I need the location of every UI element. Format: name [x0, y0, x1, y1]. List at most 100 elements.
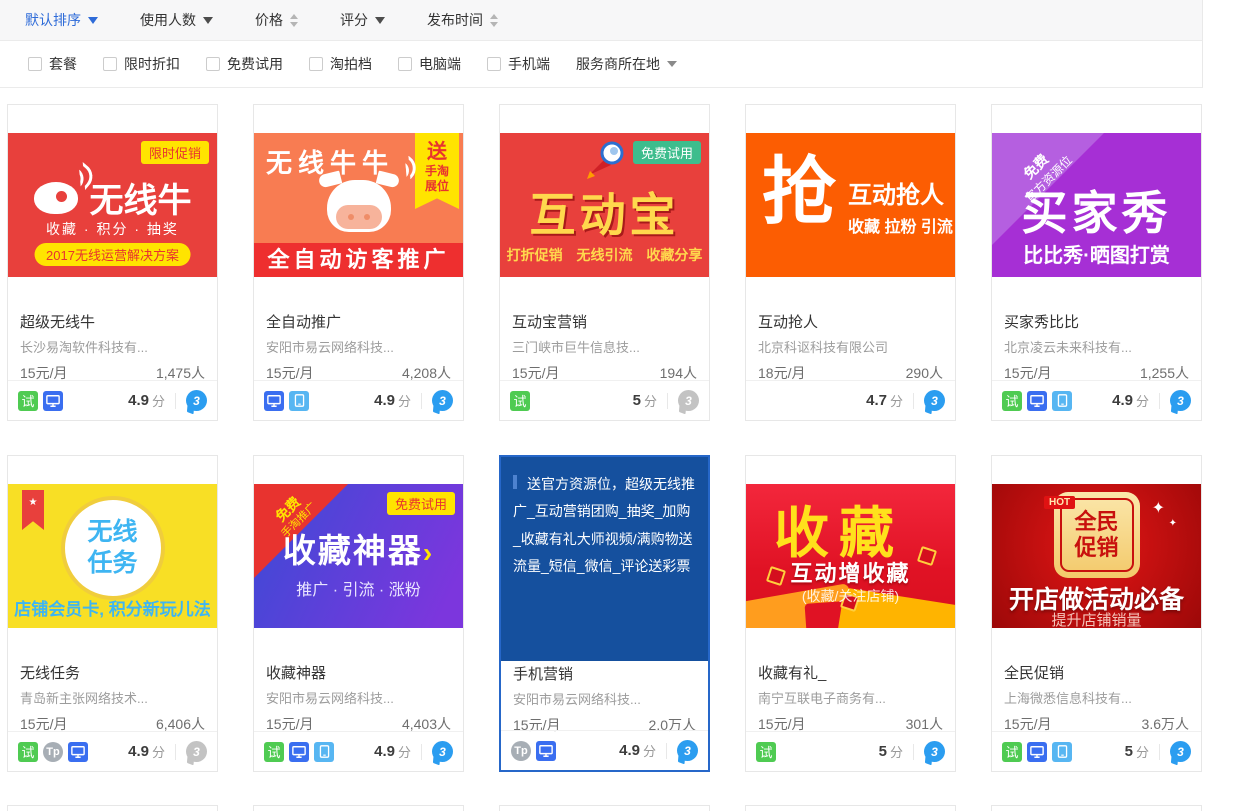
sparkle-icon: ✦: [1169, 518, 1177, 529]
card-rating: 4.9: [374, 392, 395, 409]
service-card[interactable]: 限时促销 无线牛 收藏 · 积分 · 抽奖 2017无线运营解决方案 超级无线牛…: [7, 104, 218, 421]
sort-item-price[interactable]: 价格: [255, 10, 298, 30]
card-title: 收藏有礼_: [758, 662, 826, 683]
wangwang-icon[interactable]: 3: [432, 390, 453, 411]
card-footer: 试 5 分 3: [746, 731, 955, 771]
card-banner: 抢 互动抢人 收藏 拉粉 引流: [746, 133, 955, 277]
card-title: 收藏神器: [266, 662, 326, 683]
divider: [421, 393, 422, 409]
sparkle-icon: ✦: [1152, 498, 1165, 518]
card-footer: 试 4.9 分 3: [8, 380, 217, 420]
pc-icon: [264, 391, 284, 411]
sort-item-rating[interactable]: 评分: [340, 10, 385, 30]
pc-icon: [1027, 391, 1047, 411]
divider: [1159, 744, 1160, 760]
wangwang-icon[interactable]: 3: [432, 741, 453, 762]
checkbox-icon[interactable]: [487, 57, 501, 71]
sort-item-publish-time[interactable]: 发布时间: [427, 10, 498, 30]
banner-logo-circle: 无线 任务: [61, 496, 165, 600]
divider: [175, 393, 176, 409]
banner-subtitle: 比比秀·晒图打赏: [992, 239, 1201, 268]
trial-icon: 试: [510, 391, 530, 411]
card-title: 互动宝营销: [512, 311, 587, 332]
checkbox-icon[interactable]: [28, 57, 42, 71]
filter-checkbox-package[interactable]: 套餐: [28, 54, 77, 74]
free-trial-badge: 免费试用: [387, 492, 455, 515]
banner-title: 互动抢人: [848, 175, 944, 210]
service-card[interactable]: 收藏 互动增收藏 (收藏/关注店铺) 收藏有礼_ 南宁互联电子商务有... 15…: [745, 455, 956, 772]
trial-icon: 试: [1002, 742, 1022, 762]
filter-checkbox-mobile[interactable]: 手机端: [487, 54, 550, 74]
filter-label: 淘拍档: [330, 54, 372, 74]
filter-checkbox-taopaidang[interactable]: 淘拍档: [309, 54, 372, 74]
service-card[interactable]: 全民 促销 HOT ✦ ✦ 开店做活动必备 提升店铺销量 全民促销 上海微悉信息…: [991, 455, 1202, 772]
card-rating: 5: [1125, 743, 1133, 760]
mobile-icon: [314, 742, 334, 762]
wangwang-icon[interactable]: 3: [677, 740, 698, 761]
sort-label: 评分: [340, 10, 368, 30]
sort-arrow-down-icon: [375, 17, 385, 24]
checkbox-icon[interactable]: [103, 57, 117, 71]
filter-checkbox-limited-discount[interactable]: 限时折扣: [103, 54, 180, 74]
provider-location-dropdown[interactable]: 服务商所在地: [576, 54, 677, 74]
bookmark-ribbon-icon: ★: [22, 490, 44, 530]
filter-checkbox-free-trial[interactable]: 免费试用: [206, 54, 283, 74]
next-row-card-stub: [991, 805, 1202, 811]
next-row-card-stub: [745, 805, 956, 811]
wangwang-icon[interactable]: 3: [186, 390, 207, 411]
checkbox-icon[interactable]: [309, 57, 323, 71]
sort-label: 价格: [255, 10, 283, 30]
gift-ribbon: 送 手淘 展位: [415, 133, 459, 209]
banner-title: 收藏神器›: [254, 524, 463, 572]
service-card[interactable]: 抢 互动抢人 收藏 拉粉 引流 互动抢人 北京科讴科技有限公司 18元/月 29…: [745, 104, 956, 421]
card-footer: 试 4.9 分 3: [254, 731, 463, 771]
service-card[interactable]: 免费 手淘推广 免费试用 收藏神器› 推广 · 引流 · 涨粉 收藏神器 安阳市…: [253, 455, 464, 772]
card-footer: 试 5 分 3: [992, 731, 1201, 771]
sort-item-users[interactable]: 使用人数: [140, 10, 213, 30]
checkbox-icon[interactable]: [206, 57, 220, 71]
pc-icon: [536, 741, 556, 761]
filter-label: 电脑端: [419, 54, 461, 74]
wangwang-icon[interactable]: 3: [924, 741, 945, 762]
divider: [421, 744, 422, 760]
sort-arrow-down-icon: [88, 17, 98, 24]
wangwang-icon[interactable]: 3: [924, 390, 945, 411]
card-company: 北京凌云未来科技有...: [1004, 337, 1132, 356]
checkbox-icon[interactable]: [398, 57, 412, 71]
wangwang-icon[interactable]: 3: [1170, 741, 1191, 762]
sort-label: 发布时间: [427, 10, 483, 30]
wangwang-offline-icon[interactable]: 3: [186, 741, 207, 762]
service-card[interactable]: ★ 无线 任务 店铺会员卡, 积分新玩儿法 无线任务 青岛新主张网络技术... …: [7, 455, 218, 772]
next-row-card-stub: [253, 805, 464, 811]
lead-bar: [513, 475, 517, 489]
promo-badge: 限时促销: [141, 141, 209, 164]
sort-item-default[interactable]: 默认排序: [25, 10, 98, 30]
card-rating: 4.9: [1112, 392, 1133, 409]
service-card[interactable]: 无线牛牛 送 手淘 展位 全自动访客推广 全自动推广 安阳市易云网络科技... …: [253, 104, 464, 421]
card-banner: 全民 促销 HOT ✦ ✦ 开店做活动必备 提升店铺销量: [992, 484, 1201, 628]
sort-bar: 默认排序 使用人数 价格 评分 发布时间: [0, 0, 1203, 41]
card-company: 长沙易淘软件科技有...: [20, 337, 148, 356]
ribbon-text: 展位: [415, 179, 459, 194]
card-company: 安阳市易云网络科技...: [266, 688, 394, 707]
sort-arrow-both-icon: [290, 14, 298, 27]
service-market-page: 默认排序 使用人数 价格 评分 发布时间 套餐 限时折扣: [0, 0, 1238, 811]
banner-subtitle: 收藏 拉粉 引流: [848, 213, 953, 237]
card-company: 安阳市易云网络科技...: [266, 337, 394, 356]
service-card-selected[interactable]: 送官方资源位，超级无线推广_互动营销团购_抽奖_加购_收藏有礼大师视频/满购物送…: [499, 455, 710, 772]
free-trial-badge: 免费试用: [633, 141, 701, 164]
wangwang-icon[interactable]: 3: [1170, 390, 1191, 411]
card-rating: 5: [633, 392, 641, 409]
filter-label: 免费试用: [227, 54, 283, 74]
service-card[interactable]: 免费 官方资源位 买家秀 比比秀·晒图打赏 买家秀比比 北京凌云未来科技有...…: [991, 104, 1202, 421]
service-card[interactable]: 免费试用 互动宝 打折促销 无线引流 收藏分享 互动宝营销 三门峡市巨牛信息技.…: [499, 104, 710, 421]
rating-unit: 分: [152, 742, 165, 761]
banner-title: 买家秀: [992, 177, 1201, 243]
filter-checkbox-pc[interactable]: 电脑端: [398, 54, 461, 74]
divider: [666, 743, 667, 759]
banner-subtitle: 打折促销 无线引流 收藏分享: [500, 245, 709, 265]
sort-label: 默认排序: [25, 10, 81, 30]
wangwang-offline-icon[interactable]: 3: [678, 390, 699, 411]
divider: [1159, 393, 1160, 409]
rating-unit: 分: [152, 391, 165, 410]
